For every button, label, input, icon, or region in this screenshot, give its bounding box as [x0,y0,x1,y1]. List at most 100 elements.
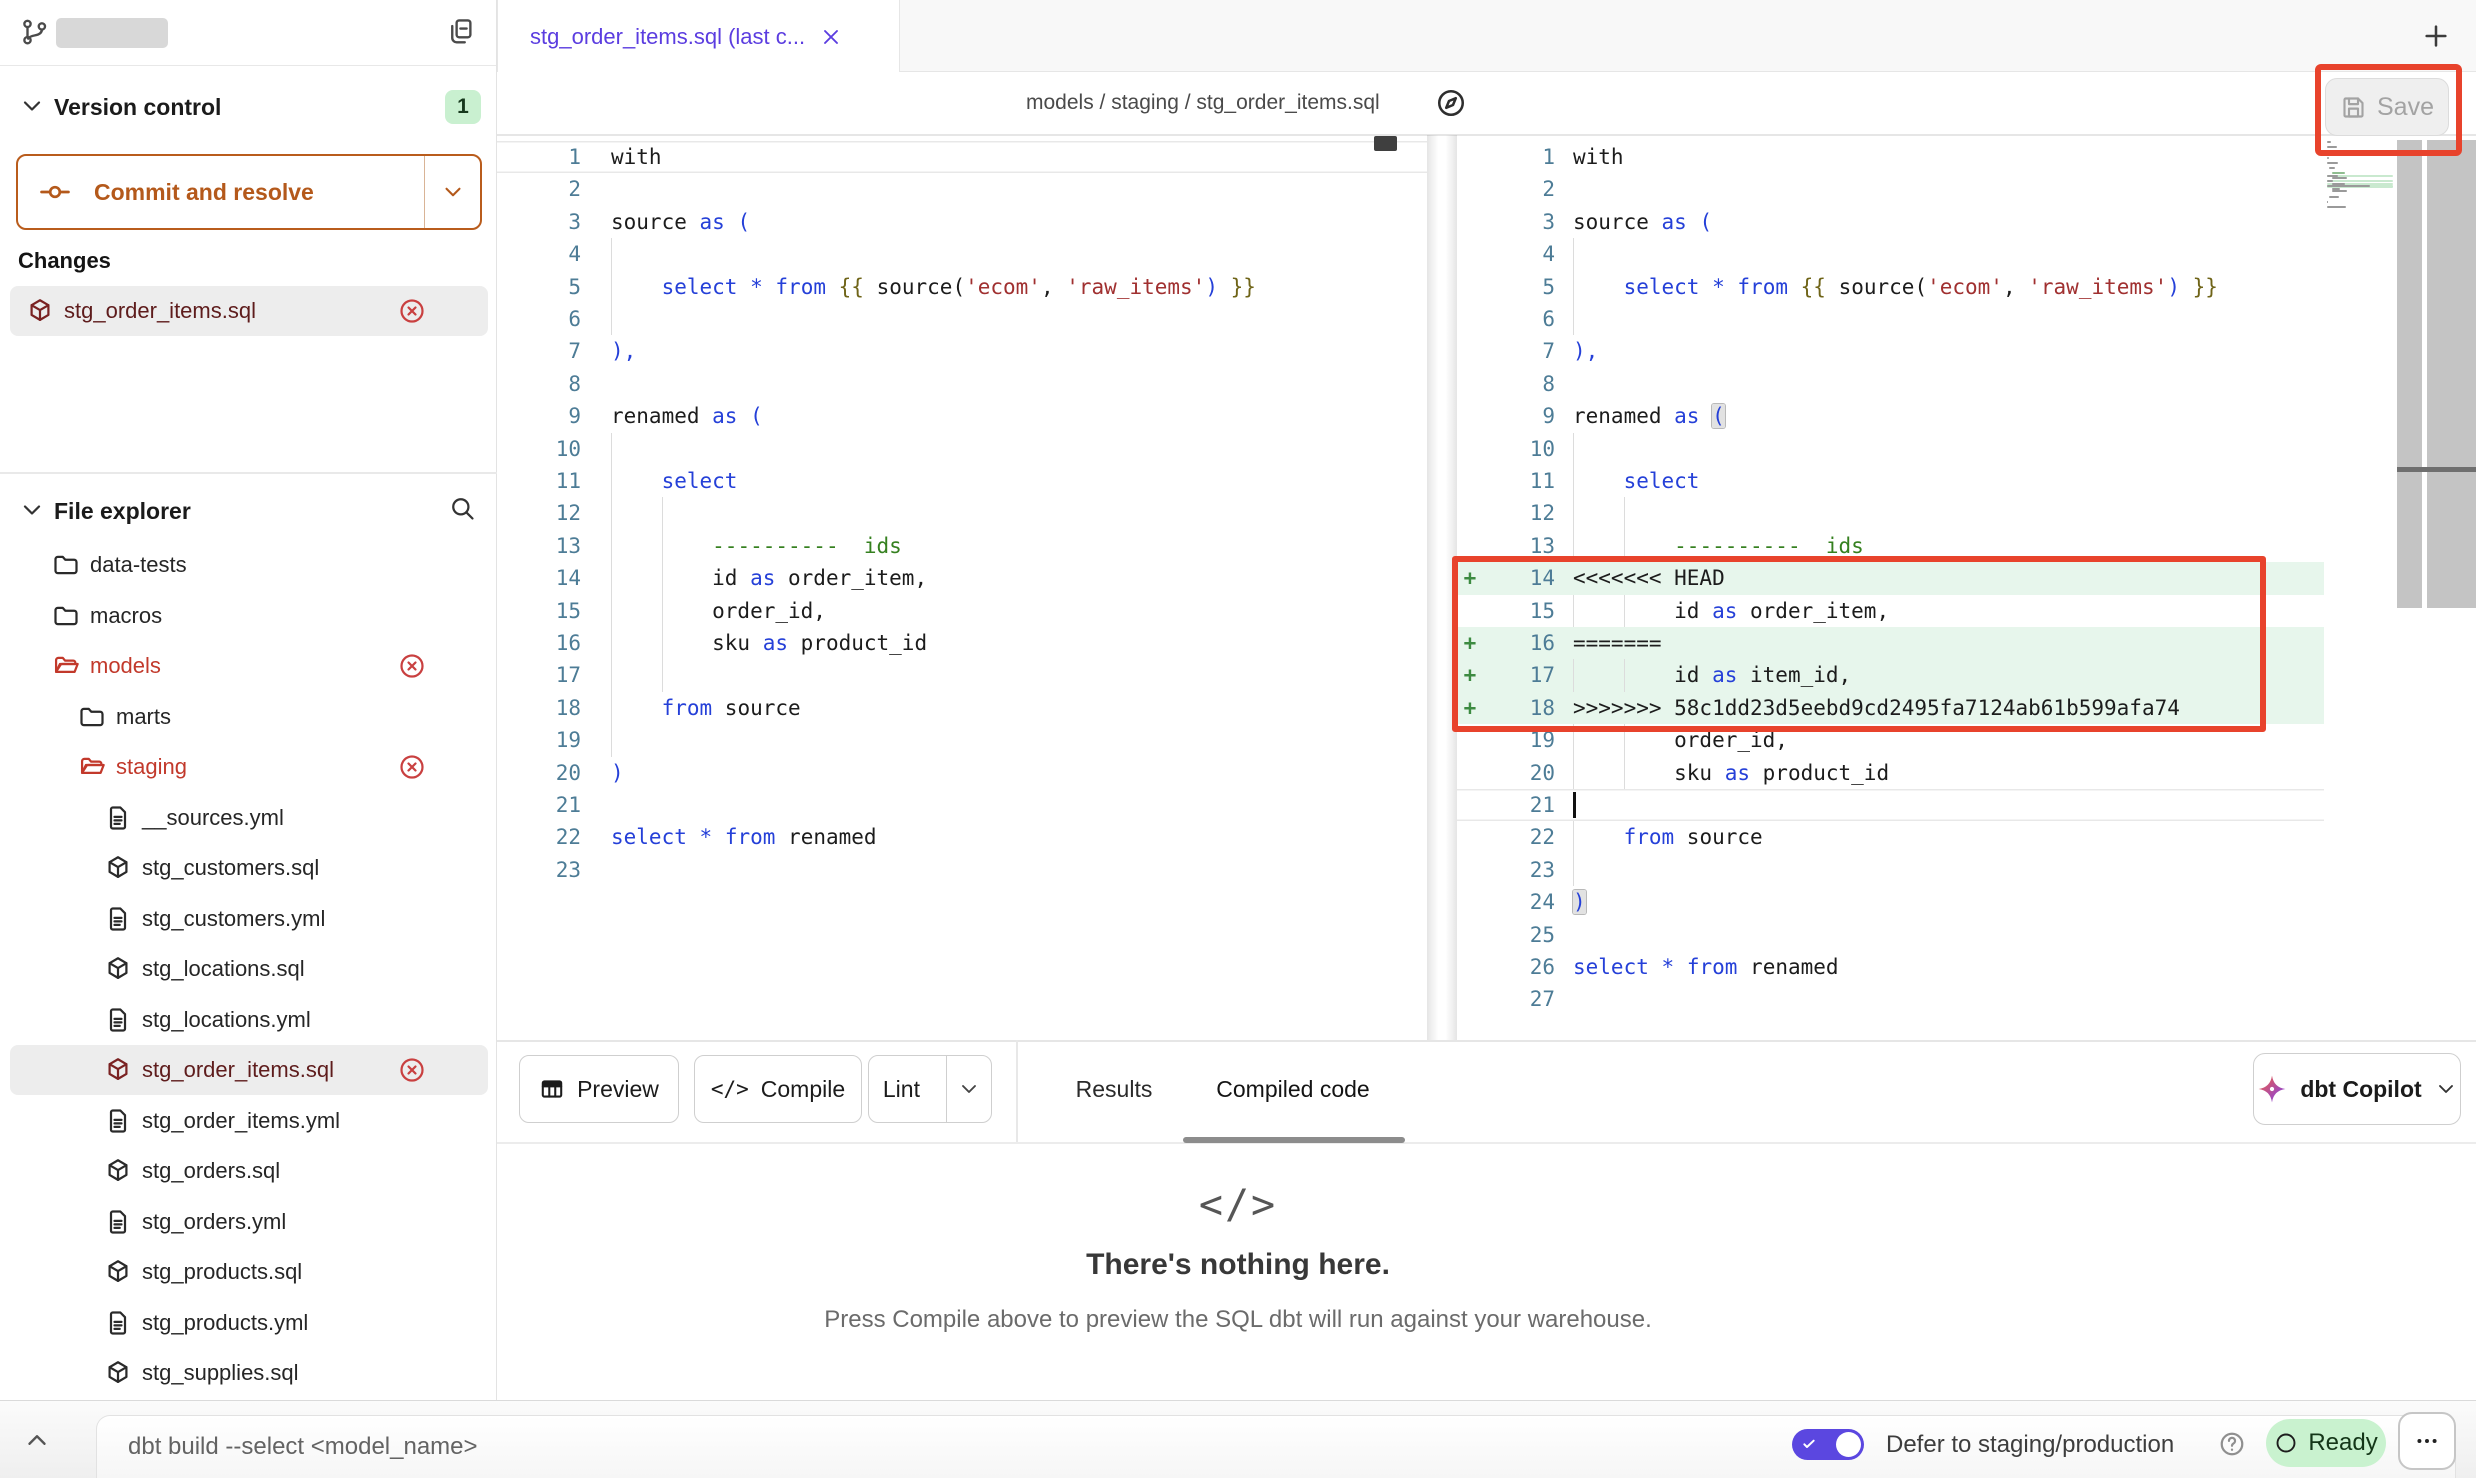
save-button[interactable]: Save [2325,78,2449,136]
code-line-22[interactable]: 22 from source [1457,821,2324,853]
code-line-22[interactable]: 22select * from renamed [497,821,1427,853]
defer-toggle[interactable] [1792,1429,1864,1460]
file-tree-item-stg-locations-yml[interactable]: stg_locations.yml [10,995,488,1045]
code-line-4[interactable]: 4 [1457,238,2324,270]
code-line-11[interactable]: 11 select [497,465,1427,497]
dbt-copilot-button[interactable]: dbt Copilot [2253,1053,2461,1125]
code-line-8[interactable]: 8 [497,368,1427,400]
version-control-chevron-icon[interactable] [18,92,46,120]
tab-compiled-code[interactable]: Compiled code [1203,1055,1383,1123]
code-line-6[interactable]: 6 [497,303,1427,335]
code-line-17[interactable]: 17 [497,659,1427,691]
code-line-24[interactable]: 24) [1457,886,2324,918]
code-line-20[interactable]: 20 sku as product_id [1457,757,2324,789]
diff-added-marker [1457,141,1483,173]
close-icon[interactable] [819,25,843,49]
code-line-3[interactable]: 3source as ( [1457,206,2324,238]
expand-panel-chevron-icon[interactable] [22,1425,52,1455]
code-line-12[interactable]: 12 [1457,497,2324,529]
lint-dropdown-caret[interactable] [946,1056,991,1122]
copy-files-icon[interactable] [446,16,476,46]
code-line-26[interactable]: 26select * from renamed [1457,951,2324,983]
preview-button[interactable]: Preview [519,1055,679,1123]
editor-scrollbar-thumb[interactable] [2427,140,2476,608]
code-line-4[interactable]: 4 [497,238,1427,270]
code-line-21[interactable]: 21 [1457,789,2324,821]
file-tree-item-marts[interactable]: marts [10,692,488,742]
more-options-button[interactable] [2398,1412,2456,1470]
file-tree-item-stg-supplies-sql[interactable]: stg_supplies.sql [10,1348,488,1398]
code-text: from source [1563,821,2324,853]
code-line-16[interactable]: +16======= [1457,627,2324,659]
code-line-5[interactable]: 5 select * from {{ source('ecom', 'raw_i… [497,271,1427,303]
new-tab-plus-icon[interactable] [2420,20,2452,52]
conflict-marker-icon[interactable] [398,652,426,680]
file-tree-item-data-tests[interactable]: data-tests [10,540,488,590]
discard-change-icon[interactable] [398,297,426,325]
conflict-marker-icon[interactable] [398,753,426,781]
help-icon[interactable] [2218,1430,2246,1458]
commit-dropdown-caret[interactable] [424,156,480,228]
code-line-13[interactable]: 13 ---------- ids [497,530,1427,562]
compass-docs-icon[interactable] [1435,87,1467,119]
code-line-14[interactable]: 14 id as order_item, [497,562,1427,594]
code-line-18[interactable]: +18>>>>>>> 58c1dd23d5eebd9cd2495fa7124ab… [1457,692,2324,724]
code-line-9[interactable]: 9renamed as ( [1457,400,2324,432]
code-line-7[interactable]: 7), [497,335,1427,367]
code-line-12[interactable]: 12 [497,497,1427,529]
conflict-marker-icon[interactable] [398,1056,426,1084]
code-line-15[interactable]: 15 id as order_item, [1457,595,2324,627]
file-tree-item-stg-order-items-sql[interactable]: stg_order_items.sql [10,1045,488,1095]
lint-button[interactable]: Lint [868,1055,992,1123]
code-line-5[interactable]: 5 select * from {{ source('ecom', 'raw_i… [1457,271,2324,303]
code-line-19[interactable]: 19 [497,724,1427,756]
code-line-9[interactable]: 9renamed as ( [497,400,1427,432]
code-line-23[interactable]: 23 [1457,854,2324,886]
file-explorer-chevron-icon[interactable] [18,496,46,524]
code-line-15[interactable]: 15 order_id, [497,595,1427,627]
tab-stg-order-items[interactable]: stg_order_items.sql (last c... [497,0,900,73]
code-line-10[interactable]: 10 [497,433,1427,465]
code-line-27[interactable]: 27 [1457,983,2324,1015]
scrollbar-diff-marker [2397,467,2476,472]
file-tree-item-stg-customers-sql[interactable]: stg_customers.sql [10,843,488,893]
search-icon[interactable] [448,494,476,522]
file-tree-item-stg-order-items-yml[interactable]: stg_order_items.yml [10,1096,488,1146]
file-tree-item-stg-locations-sql[interactable]: stg_locations.sql [10,944,488,994]
code-line-13[interactable]: 13 ---------- ids [1457,530,2324,562]
editor-pane-current[interactable]: 1with23source as (45 select * from {{ so… [1457,141,2324,1016]
code-line-2[interactable]: 2 [1457,173,2324,205]
file-tree-item-macros[interactable]: macros [10,591,488,641]
changed-file-row[interactable]: stg_order_items.sql [10,286,488,336]
code-line-11[interactable]: 11 select [1457,465,2324,497]
code-line-7[interactable]: 7), [1457,335,2324,367]
commit-and-resolve-button[interactable]: Commit and resolve [16,154,482,230]
tab-results[interactable]: Results [1064,1055,1164,1123]
code-line-3[interactable]: 3source as ( [497,206,1427,238]
code-line-20[interactable]: 20) [497,757,1427,789]
file-tree-item--sources-yml[interactable]: __sources.yml [10,793,488,843]
diff-added-marker [1457,173,1483,205]
editor-pane-original[interactable]: 1with23source as (45 select * from {{ so… [497,141,1427,887]
code-line-6[interactable]: 6 [1457,303,2324,335]
file-tree-item-stg-customers-yml[interactable]: stg_customers.yml [10,894,488,944]
code-line-18[interactable]: 18 from source [497,692,1427,724]
code-text: source as ( [589,206,1427,238]
code-line-8[interactable]: 8 [1457,368,2324,400]
code-line-19[interactable]: 19 order_id, [1457,724,2324,756]
code-line-17[interactable]: +17 id as item_id, [1457,659,2324,691]
code-line-16[interactable]: 16 sku as product_id [497,627,1427,659]
code-line-23[interactable]: 23 [497,854,1427,886]
code-line-1[interactable]: 1with [1457,141,2324,173]
code-line-25[interactable]: 25 [1457,919,2324,951]
code-line-10[interactable]: 10 [1457,433,2324,465]
file-tree-item-models[interactable]: models [10,641,488,691]
compile-button[interactable]: </> Compile [694,1055,862,1123]
code-line-2[interactable]: 2 [497,173,1427,205]
code-line-14[interactable]: +14<<<<<<< HEAD [1457,562,2324,594]
left-editor-scrollbar-thumb[interactable] [1374,136,1397,151]
minimap-slider[interactable] [2397,140,2422,608]
code-line-1[interactable]: 1with [497,141,1427,173]
code-line-21[interactable]: 21 [497,789,1427,821]
file-tree-item-staging[interactable]: staging [10,742,488,792]
